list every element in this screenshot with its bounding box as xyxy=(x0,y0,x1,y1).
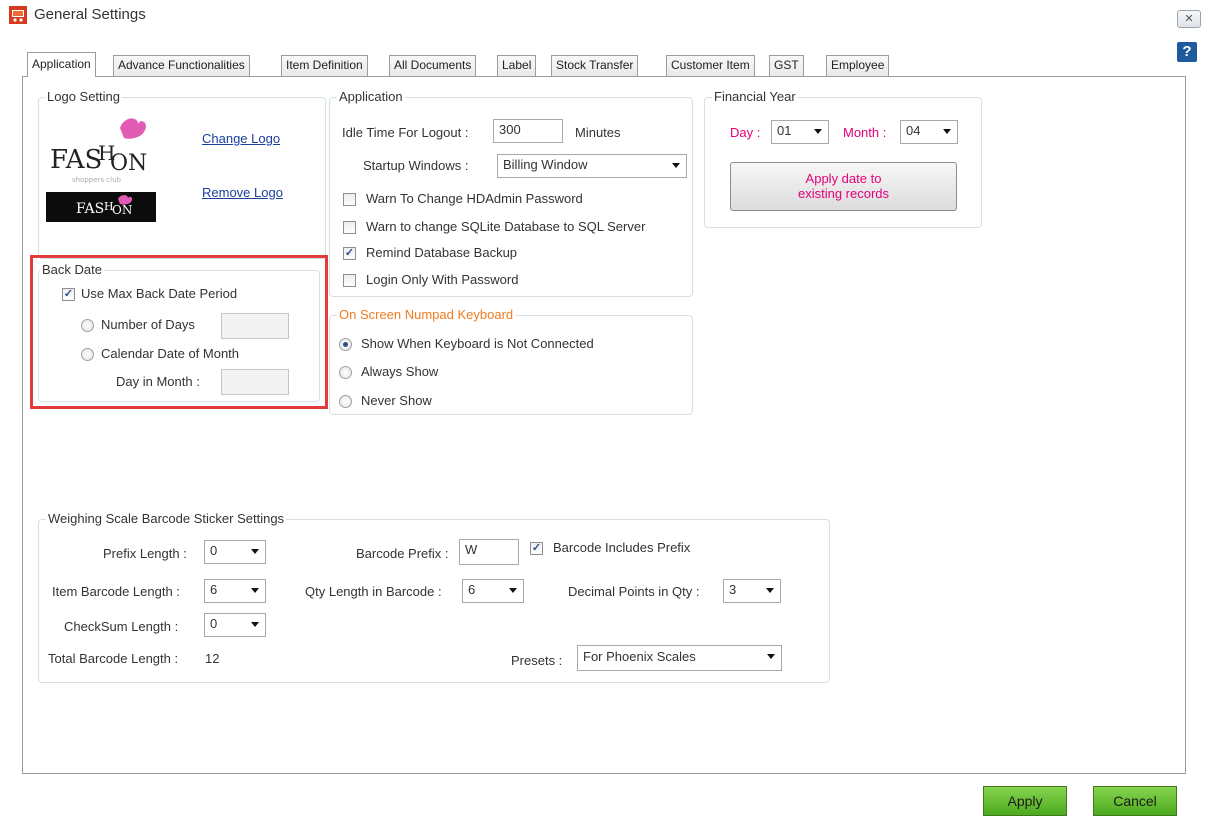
warn-hdadmin-checkbox[interactable] xyxy=(343,193,356,206)
chevron-down-icon xyxy=(766,588,774,593)
item-barcode-length-select[interactable]: 6 xyxy=(204,579,266,603)
barcode-includes-prefix-checkbox[interactable]: ✓ xyxy=(530,542,543,555)
chevron-down-icon xyxy=(767,654,775,659)
idle-time-unit: Minutes xyxy=(575,125,621,140)
tab-label[interactable]: Label xyxy=(497,55,537,76)
svg-text:ON: ON xyxy=(112,203,132,217)
chevron-down-icon xyxy=(672,163,680,168)
chevron-down-icon xyxy=(814,129,822,134)
day-value: 01 xyxy=(777,123,792,138)
day-select[interactable]: 01 xyxy=(771,120,829,144)
tab-application[interactable]: Application xyxy=(27,52,96,77)
apply-date-to-existing-records-button[interactable]: Apply date to existing records xyxy=(730,162,957,211)
logo-setting-legend: Logo Setting xyxy=(45,89,123,104)
warn-hdadmin-label: Warn To Change HDAdmin Password xyxy=(366,191,583,206)
remind-backup-checkbox[interactable]: ✓ xyxy=(343,247,356,260)
login-password-label: Login Only With Password xyxy=(366,272,519,287)
day-label: Day : xyxy=(730,125,761,140)
checksum-length-select[interactable]: 0 xyxy=(204,613,266,637)
checksum-length-value: 0 xyxy=(210,616,218,631)
qty-length-select[interactable]: 6 xyxy=(462,579,524,603)
numpad-legend: On Screen Numpad Keyboard xyxy=(337,307,516,322)
help-icon[interactable]: ? xyxy=(1177,42,1197,62)
chevron-down-icon xyxy=(943,129,951,134)
numpad-never-show-label: Never Show xyxy=(361,393,432,408)
cart-icon xyxy=(9,6,27,24)
presets-select[interactable]: For Phoenix Scales xyxy=(577,645,782,671)
item-barcode-length-label: Item Barcode Length : xyxy=(52,584,180,599)
barcode-prefix-label: Barcode Prefix : xyxy=(356,546,449,561)
logo-subtext: shoppers club xyxy=(72,176,122,184)
back-date-highlight xyxy=(30,255,328,409)
qty-length-label: Qty Length in Barcode : xyxy=(305,584,442,599)
month-label: Month : xyxy=(843,125,887,140)
svg-text:ON: ON xyxy=(110,151,147,176)
title-bar xyxy=(0,0,1207,30)
prefix-length-select[interactable]: 0 xyxy=(204,540,266,564)
startup-windows-select[interactable]: Billing Window xyxy=(497,154,687,178)
apply-date-line2: existing records xyxy=(797,186,890,201)
idle-time-input[interactable]: 300 xyxy=(493,119,563,143)
numpad-always-show-label: Always Show xyxy=(361,364,439,379)
remove-logo-link[interactable]: Remove Logo xyxy=(202,185,283,200)
numpad-show-when-not-connected-radio[interactable] xyxy=(339,338,352,351)
total-barcode-length-label: Total Barcode Length : xyxy=(48,651,179,666)
item-barcode-length-value: 6 xyxy=(210,582,218,597)
chevron-down-icon xyxy=(251,588,259,593)
tab-customer-item[interactable]: Customer Item xyxy=(666,55,755,76)
prefix-length-value: 0 xyxy=(210,543,218,558)
barcode-prefix-input[interactable]: W xyxy=(459,539,519,565)
svg-text:FAS: FAS xyxy=(50,145,102,175)
qty-length-value: 6 xyxy=(468,582,476,597)
tab-gst[interactable]: GST xyxy=(769,55,804,76)
application-legend: Application xyxy=(337,89,405,104)
svg-text:FAS: FAS xyxy=(76,201,104,217)
chevron-down-icon xyxy=(509,588,517,593)
decimal-points-label: Decimal Points in Qty : xyxy=(568,584,700,599)
close-button[interactable]: ✕ xyxy=(1177,10,1201,28)
checksum-length-label: CheckSum Length : xyxy=(64,619,179,634)
window-title: General Settings xyxy=(34,6,146,23)
cancel-button[interactable]: Cancel xyxy=(1093,786,1177,816)
barcode-includes-prefix-label: Barcode Includes Prefix xyxy=(553,540,691,555)
startup-windows-label: Startup Windows : xyxy=(363,158,469,173)
chevron-down-icon xyxy=(251,549,259,554)
logo-dark-preview: FAS H ON xyxy=(46,192,156,222)
tab-advance-functionalities[interactable]: Advance Functionalities xyxy=(113,55,250,76)
month-select[interactable]: 04 xyxy=(900,120,958,144)
presets-label: Presets : xyxy=(511,653,563,668)
apply-date-line1: Apply date to xyxy=(805,171,882,186)
month-value: 04 xyxy=(906,123,921,138)
startup-windows-value: Billing Window xyxy=(503,157,588,172)
change-logo-link[interactable]: Change Logo xyxy=(202,131,280,146)
presets-value: For Phoenix Scales xyxy=(583,649,696,664)
prefix-length-label: Prefix Length : xyxy=(103,546,187,561)
total-barcode-length-value: 12 xyxy=(205,651,220,666)
remind-backup-label: Remind Database Backup xyxy=(366,245,518,260)
weighing-scale-legend: Weighing Scale Barcode Sticker Settings xyxy=(46,511,287,526)
numpad-always-show-radio[interactable] xyxy=(339,366,352,379)
tab-all-documents[interactable]: All Documents xyxy=(389,55,477,76)
decimal-points-value: 3 xyxy=(729,582,737,597)
tab-employee[interactable]: Employee xyxy=(826,55,890,76)
tab-stock-transfer[interactable]: Stock Transfer xyxy=(551,55,639,76)
apply-button[interactable]: Apply xyxy=(983,786,1067,816)
idle-time-label: Idle Time For Logout : xyxy=(342,125,469,140)
decimal-points-select[interactable]: 3 xyxy=(723,579,781,603)
financial-year-legend: Financial Year xyxy=(712,89,798,104)
numpad-never-show-radio[interactable] xyxy=(339,395,352,408)
chevron-down-icon xyxy=(251,622,259,627)
login-password-checkbox[interactable] xyxy=(343,274,356,287)
tab-item-definition[interactable]: Item Definition xyxy=(281,55,368,76)
warn-sqlite-label: Warn to change SQLite Database to SQL Se… xyxy=(366,219,646,234)
logo-image: FAS H ON shoppers club xyxy=(46,110,154,188)
numpad-show-when-not-connected-label: Show When Keyboard is Not Connected xyxy=(361,336,594,351)
warn-sqlite-checkbox[interactable] xyxy=(343,221,356,234)
